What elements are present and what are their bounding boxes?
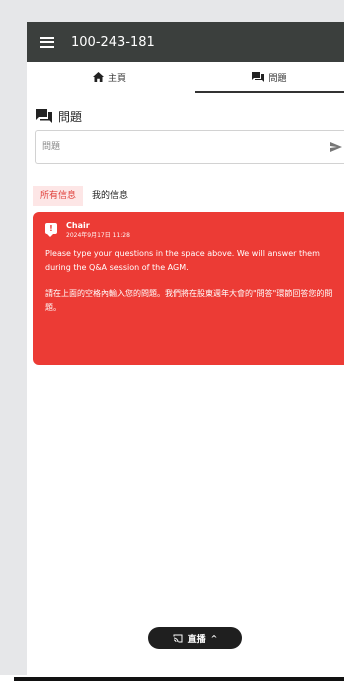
question-input-box: [35, 130, 344, 164]
message-filter-tabs: 所有信息 我的信息: [27, 186, 135, 206]
tab-home-label: 主頁: [107, 73, 126, 84]
tab-home[interactable]: 主頁: [27, 62, 192, 92]
cast-icon: [173, 634, 183, 642]
message-card: ! Chair 2024年9月17日 11:28 Please type you…: [33, 212, 344, 365]
message-timestamp: 2024年9月17日 11:28: [66, 232, 130, 239]
tab-bar: 主頁 問題: [27, 62, 344, 92]
send-icon[interactable]: [330, 141, 342, 153]
chat-icon: [252, 72, 265, 82]
active-tab-indicator: [195, 91, 344, 93]
live-stream-label: 直播: [187, 634, 206, 645]
tab-questions-label: 問題: [268, 73, 287, 84]
home-icon: [92, 72, 104, 82]
questions-section-label: 問題: [58, 109, 83, 124]
left-gutter: [0, 0, 27, 675]
message-body-english: Please type your questions in the space …: [45, 249, 320, 272]
chevron-up-icon: ^: [210, 633, 218, 643]
app-panel: 100-243-181 主頁 問題 問題 問題 所有信息 我的信息 ! Chai…: [27, 22, 344, 662]
message-author: Chair: [66, 221, 90, 230]
live-stream-button[interactable]: 直播 ^: [148, 627, 242, 649]
message-header: ! Chair 2024年9月17日 11:28: [45, 221, 334, 240]
question-input[interactable]: [36, 141, 324, 153]
chat-icon: [36, 109, 52, 123]
tab-questions[interactable]: 問題: [195, 62, 344, 92]
screen: 100-243-181 主頁 問題 問題 問題 所有信息 我的信息 ! Chai…: [0, 0, 344, 684]
top-gutter: [0, 0, 344, 22]
message-body: Please type your questions in the space …: [45, 247, 334, 314]
filter-my-messages[interactable]: 我的信息: [85, 186, 135, 206]
message-body-chinese: 請在上面的空格內輸入您的問題。我們將在股東週年大會的"問答"環節回答您的問題。: [45, 289, 333, 312]
app-header: 100-243-181: [27, 22, 344, 62]
filter-all-messages[interactable]: 所有信息: [33, 186, 84, 206]
alert-icon: !: [45, 223, 57, 237]
hamburger-menu-icon[interactable]: [40, 36, 54, 48]
bottom-bar: [14, 677, 344, 681]
questions-section-title: 問題: [36, 107, 82, 125]
meeting-id-title: 100-243-181: [71, 34, 155, 50]
